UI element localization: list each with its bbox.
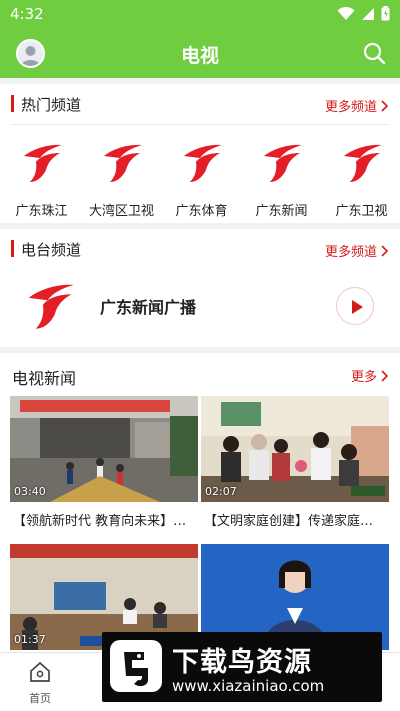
channel-item[interactable]: 广东体育 bbox=[163, 140, 240, 219]
watermark-logo: 下载鸟资源 www.xiazainiao.com bbox=[102, 632, 382, 702]
hot-channels-section: 热门频道 更多频道 广东珠江 大湾区卫视 广东体育 广东新闻 广东卫视 bbox=[0, 84, 400, 223]
signal-icon bbox=[362, 7, 374, 20]
gdtv-logo-icon bbox=[343, 144, 382, 182]
channel-item[interactable]: 广东新闻 bbox=[243, 140, 320, 219]
search-icon[interactable] bbox=[362, 41, 386, 65]
wifi-icon bbox=[337, 6, 355, 20]
watermark-title: 下载鸟资源 bbox=[172, 647, 312, 678]
watermark-url: www.xiazainiao.com bbox=[172, 677, 325, 695]
section-header: 电台频道 更多频道 bbox=[0, 229, 400, 269]
gdtv-logo-icon bbox=[103, 144, 142, 182]
video-duration: 02:07 bbox=[205, 485, 237, 498]
home-icon bbox=[30, 661, 50, 682]
radio-channels-section: 电台频道 更多频道 广东新闻广播 bbox=[0, 229, 400, 347]
radio-station-logo-icon bbox=[28, 284, 74, 329]
video-duration: 03:40 bbox=[14, 485, 46, 498]
channel-name: 大湾区卫视 bbox=[88, 204, 154, 219]
more-channels-link[interactable]: 更多频道 bbox=[325, 241, 388, 260]
channel-item[interactable]: 广东卫视 bbox=[323, 140, 400, 219]
status-icons bbox=[337, 6, 390, 21]
gdtv-logo-icon bbox=[183, 144, 222, 182]
more-channels-label: 更多频道 bbox=[324, 100, 377, 115]
bird-icon bbox=[124, 652, 148, 687]
battery-icon bbox=[381, 6, 390, 21]
section-title: 热门频道 bbox=[21, 96, 82, 114]
channel-name: 广东卫视 bbox=[335, 204, 388, 219]
divider bbox=[10, 124, 390, 125]
channel-name: 广东体育 bbox=[175, 204, 228, 219]
status-time: 4:32 bbox=[10, 5, 44, 23]
channel-list: 广东珠江 大湾区卫视 广东体育 广东新闻 广东卫视 bbox=[0, 140, 400, 219]
more-channels-label: 更多频道 bbox=[324, 245, 377, 260]
play-icon bbox=[352, 300, 363, 314]
nav-home-label: 首页 bbox=[29, 692, 51, 705]
more-news-label: 更多 bbox=[350, 370, 377, 385]
section-title: 电视新闻 bbox=[12, 369, 77, 388]
section-accent-bar bbox=[11, 95, 14, 112]
app-bar: 电视 bbox=[0, 28, 400, 78]
channel-name: 广东珠江 bbox=[15, 204, 68, 219]
gdtv-logo-icon bbox=[263, 144, 302, 182]
page-title: 电视 bbox=[180, 45, 219, 67]
chevron-right-icon bbox=[381, 99, 388, 112]
play-button[interactable] bbox=[336, 287, 374, 325]
news-video-thumbnail[interactable]: 03:40 bbox=[10, 396, 198, 502]
channel-item[interactable]: 广东珠江 bbox=[3, 140, 80, 219]
more-news-link[interactable]: 更多 bbox=[351, 366, 388, 385]
video-duration: 01:37 bbox=[14, 633, 46, 646]
status-bar: 4:32 bbox=[0, 0, 400, 28]
radio-station-name[interactable]: 广东新闻广播 bbox=[100, 294, 196, 318]
gdtv-logo-icon bbox=[23, 144, 62, 182]
section-header: 热门频道 更多频道 bbox=[0, 84, 400, 124]
more-channels-link[interactable]: 更多频道 bbox=[325, 96, 388, 115]
tv-news-section: 电视新闻 更多 03:40 【领航新时代 教育向未来】… 02:07 【文明家庭… bbox=[0, 353, 400, 652]
chevron-right-icon bbox=[381, 244, 388, 257]
news-caption[interactable]: 【文明家庭创建】传递家庭… bbox=[204, 510, 388, 529]
channel-name: 广东新闻 bbox=[255, 204, 308, 219]
chevron-right-icon bbox=[381, 369, 388, 382]
news-video-thumbnail[interactable]: 02:07 bbox=[201, 396, 389, 502]
news-caption[interactable]: 【领航新时代 教育向未来】… bbox=[13, 510, 199, 529]
section-title: 电台频道 bbox=[21, 241, 82, 259]
nav-home[interactable]: 首页 bbox=[0, 661, 80, 706]
bird-logo-icon bbox=[110, 640, 162, 692]
channel-item[interactable]: 大湾区卫视 bbox=[83, 140, 160, 219]
section-accent-bar bbox=[11, 240, 14, 257]
